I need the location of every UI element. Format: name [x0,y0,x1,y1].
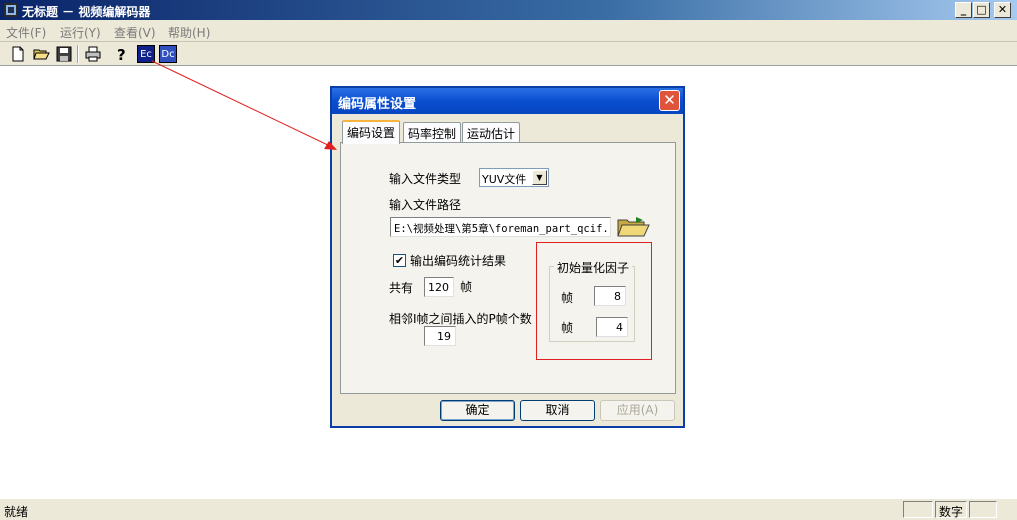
help-icon[interactable]: ? [112,45,130,63]
status-text: 就绪 [4,505,29,519]
total-frames-field[interactable]: 120 [424,277,454,297]
p-frames-label: 相邻I帧之间插入的P帧个数 [389,312,532,326]
menu-help[interactable]: 帮助(H) [168,24,210,41]
cancel-button[interactable]: 取消 [520,400,595,421]
quant-p-field[interactable]: 4 [596,317,628,337]
dialog-close-button[interactable]: ✕ [659,90,680,111]
maximize-button[interactable]: □ [973,2,990,18]
menubar: 文件(F) 运行(Y) 查看(V) 帮助(H) [0,20,1017,42]
minimize-button[interactable]: _ [955,2,972,18]
status-pane-caps [903,501,933,518]
tab-encode-settings[interactable]: 编码设置 [342,120,401,144]
ok-button[interactable]: 确定 [440,400,515,421]
window-title: 无标题 － 视频编解码器 [22,5,151,19]
input-type-value: YUV文件 [482,173,527,186]
app-icon [4,3,18,17]
total-frames-label: 共有 [389,281,414,295]
input-type-select[interactable]: YUV文件 ▼ [479,168,549,187]
menu-run[interactable]: 运行(Y) [60,24,101,41]
open-icon[interactable] [32,45,50,63]
menu-file[interactable]: 文件(F) [6,24,46,41]
chevron-down-icon[interactable]: ▼ [532,170,547,185]
initial-quant-group-title: 初始量化因子 [554,259,633,276]
tab-bitrate-control[interactable]: 码率控制 [403,122,462,143]
dialog-titlebar: 编码属性设置 ✕ [332,88,683,114]
toolbar: ? Ec Dc [0,42,1017,66]
quant-i-label: 帧 [561,291,574,305]
menu-view[interactable]: 查看(V) [114,24,156,41]
toolbar-separator [77,45,79,63]
tab-motion-estimation[interactable]: 运动估计 [462,122,521,143]
status-pane-scroll [969,501,997,518]
quant-i-field[interactable]: 8 [594,286,626,306]
status-pane-num: 数字 [935,501,967,519]
input-type-label: 输入文件类型 [389,172,462,186]
close-button[interactable]: ✕ [994,2,1011,18]
frames-unit-label: 帧 [460,280,473,294]
save-icon[interactable] [55,45,73,63]
browse-folder-icon[interactable] [616,216,650,238]
dialog-title: 编码属性设置 [338,97,417,112]
decoder-icon[interactable]: Dc [159,45,177,63]
encode-settings-dialog: 编码属性设置 ✕ 编码设置 码率控制 运动估计 输入文件类型 YUV文件 ▼ 输… [330,86,685,428]
output-stats-label: 输出编码统计结果 [410,254,507,268]
quant-p-label: 帧 [561,321,574,335]
output-stats-checkbox[interactable]: ✔ [393,254,406,267]
encoder-icon[interactable]: Ec [137,45,155,63]
input-path-label: 输入文件路径 [389,198,462,212]
input-path-field[interactable]: E:\视频处理\第5章\foreman_part_qcif. [390,217,611,237]
p-frames-field[interactable]: 19 [424,326,456,346]
print-icon[interactable] [84,45,102,63]
new-icon[interactable] [9,45,27,63]
apply-button[interactable]: 应用(A) [600,400,675,421]
statusbar: 就绪 数字 [0,498,1017,520]
window-titlebar: 无标题 － 视频编解码器 _ □ ✕ [0,0,1017,20]
svg-text:?: ? [117,46,126,63]
